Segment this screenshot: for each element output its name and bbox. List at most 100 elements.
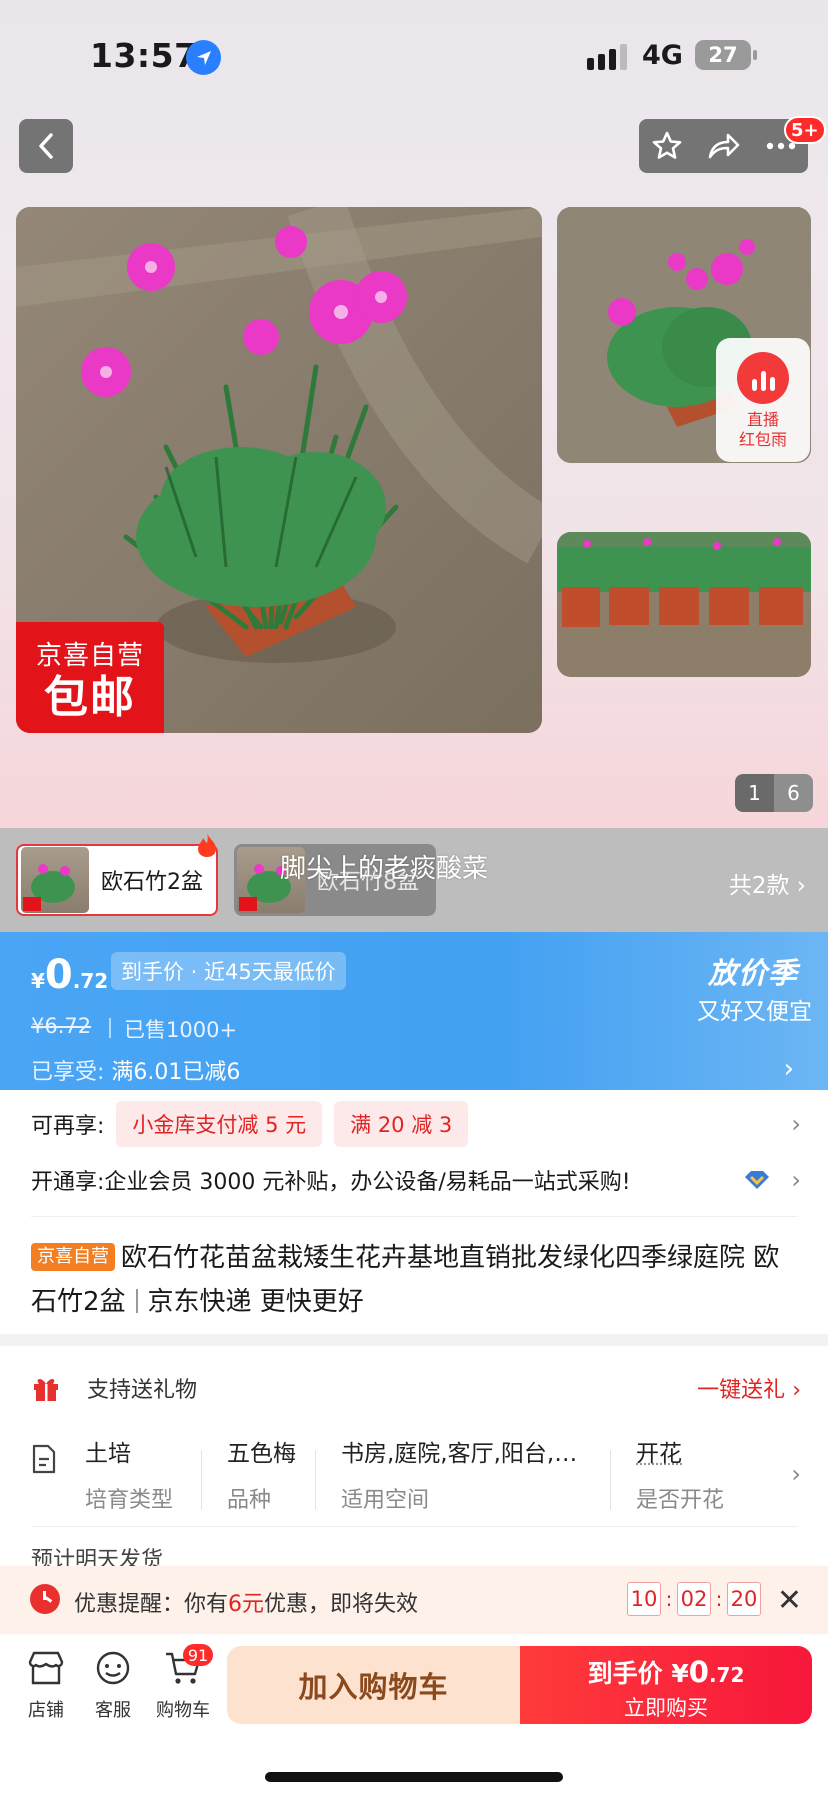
tab-label: 客服 <box>95 1700 131 1721</box>
add-to-cart-button[interactable]: 加入购物车 <box>227 1646 520 1724</box>
live-stream-icon <box>737 352 789 404</box>
home-indicator <box>265 1772 563 1782</box>
offers-and-title-card: 可再享: 小金库支付减 5 元 满 20 减 3 › 开通享:企业会员 3000… <box>0 1090 828 1334</box>
page-current: 1 <box>735 774 774 812</box>
price-decimal: .72 <box>72 969 109 993</box>
original-price: ¥6.72 <box>31 1014 92 1038</box>
page-total: 6 <box>774 774 813 812</box>
countdown-separator: : <box>715 1587 723 1611</box>
variant-option-2-pots[interactable]: 欧石竹2盆 <box>16 844 218 916</box>
status-time: 13:57 <box>90 36 198 75</box>
chevron-left-icon <box>39 133 53 159</box>
buy-now-button[interactable]: 到手价 ¥0.72 立即购买 <box>520 1646 812 1724</box>
enterprise-member-row[interactable]: 开通享:企业会员 3000 元补贴，办公设备/易耗品一站式采购! › <box>31 1160 801 1200</box>
chevron-right-icon[interactable]: › <box>784 1054 794 1084</box>
attribute-value: 书房,庭院,客厅,阳台,… <box>341 1441 578 1467</box>
price-banner: ¥ 0 .72 到手价 · 近45天最低价 ¥6.72 已售1000+ 已享受:… <box>0 932 828 1090</box>
favorite-star-icon[interactable] <box>651 130 683 162</box>
countdown-minutes: 02 <box>677 1582 711 1616</box>
live-red-packet-widget[interactable]: 直播 红包雨 <box>716 338 810 462</box>
attribute-key: 是否开花 <box>636 1488 725 1513</box>
buy-price-integer: 0 <box>688 1655 709 1689</box>
member-diamond-icon <box>745 1171 769 1189</box>
status-bar: 13:57 4G 27 <box>0 0 828 110</box>
live-label-1: 直播 <box>746 410 779 429</box>
reminder-text: 优惠提醒：你有6元优惠，即将失效 <box>74 1586 418 1618</box>
coupon-chip[interactable]: 满 20 减 3 <box>334 1101 469 1147</box>
gift-label: 支持送礼物 <box>87 1378 198 1403</box>
attribute-item: 五色梅 品种 <box>227 1434 296 1514</box>
close-icon[interactable]: ✕ <box>777 1583 802 1618</box>
self-operated-free-shipping-badge: 京喜自营 包邮 <box>16 622 164 733</box>
divider <box>201 1450 202 1510</box>
variant-selector: 欧石竹2盆 欧石竹8盆 脚尖上的老痰酸菜 共2款 › <box>0 828 828 932</box>
chevron-right-icon: › <box>791 1110 801 1138</box>
document-icon <box>32 1444 56 1474</box>
title-divider <box>135 1289 138 1313</box>
member-offer-text: 开通享:企业会员 3000 元补贴，办公设备/易耗品一站式采购! <box>31 1170 631 1195</box>
divider <box>315 1450 316 1510</box>
gift-icon <box>34 1379 58 1401</box>
send-gift-label: 一键送礼 <box>697 1378 786 1403</box>
chevron-right-icon: › <box>796 873 806 899</box>
discount-reminder-bar: 优惠提醒：你有6元优惠，即将失效 10 : 02 : 20 ✕ <box>0 1566 828 1634</box>
price-integer: 0 <box>44 952 73 998</box>
share-icon[interactable] <box>707 131 741 161</box>
attribute-key: 适用空间 <box>341 1488 430 1513</box>
applied-discount[interactable]: 已享受: 满6.01已减6 <box>31 1054 240 1086</box>
countdown-timer: 10 : 02 : 20 <box>627 1582 761 1616</box>
countdown-seconds: 20 <box>727 1582 761 1616</box>
countdown-hours: 10 <box>627 1582 661 1616</box>
attribute-value: 五色梅 <box>227 1441 296 1467</box>
discount-label: 已享受: <box>31 1060 105 1085</box>
price-currency: ¥ <box>31 969 45 993</box>
attribute-key: 品种 <box>227 1488 272 1513</box>
live-label-2: 红包雨 <box>738 430 787 449</box>
gallery-thumbnail-2[interactable] <box>557 532 811 677</box>
attribute-value: 土培 <box>85 1441 131 1467</box>
hot-fire-icon <box>198 833 216 857</box>
product-title-main: 欧石竹花苗盆栽矮生花卉基地直销批发绿化四季绿庭院 欧石竹2盆 <box>31 1243 780 1317</box>
buy-currency: ¥ <box>671 1659 689 1688</box>
attribute-key: 培育类型 <box>85 1488 174 1513</box>
battery-icon: 27 <box>695 40 757 70</box>
attribute-item: 书房,庭院,客厅,阳台,… 适用空间 <box>341 1434 593 1514</box>
variant-count-link[interactable]: 共2款 › <box>729 866 806 900</box>
lowest-price-tag: 到手价 · 近45天最低价 <box>111 952 346 990</box>
clock-icon <box>30 1584 60 1614</box>
extra-offers-label: 可再享: <box>31 1114 105 1139</box>
coupon-chip[interactable]: 小金库支付减 5 元 <box>116 1101 323 1147</box>
sold-count: 已售1000+ <box>124 1018 238 1042</box>
product-gallery: 13:57 4G 27 5+ 直播 红包雨 京喜自营 包邮 1 6 <box>0 0 828 828</box>
current-price: ¥ 0 .72 <box>31 952 108 998</box>
signal-icon <box>587 44 627 70</box>
divider <box>610 1450 611 1510</box>
variant-count-label: 共2款 <box>728 873 790 899</box>
price-divider <box>109 1018 111 1038</box>
reminder-prefix: 优惠提醒：你有 <box>74 1592 229 1617</box>
shipping-estimate[interactable]: 预计明天发货 <box>31 1542 163 1566</box>
reminder-suffix: 优惠，即将失效 <box>264 1592 419 1617</box>
chevron-right-icon: › <box>791 1460 801 1488</box>
variant-label: 欧石竹2盆 <box>101 870 203 895</box>
back-button[interactable] <box>19 119 73 173</box>
promo-badge-line1: 京喜自营 <box>35 641 144 671</box>
campaign-title: 放价季 <box>707 956 798 990</box>
header-actions <box>639 119 808 173</box>
product-attributes[interactable]: 土培 培育类型 五色梅 品种 书房,庭院,客厅,阳台,… 适用空间 开花 是否开… <box>31 1434 801 1534</box>
send-gift-link[interactable]: 一键送礼 › <box>697 1372 801 1404</box>
gift-row[interactable]: 支持送礼物 一键送礼 › <box>31 1366 801 1410</box>
chevron-right-icon: › <box>791 1166 801 1194</box>
shop-icon <box>28 1651 64 1685</box>
discount-value: 满6.01已减6 <box>111 1060 241 1085</box>
shop-tab[interactable]: 店铺 <box>11 1650 81 1722</box>
buy-price-line: 到手价 ¥0.72 <box>520 1654 812 1690</box>
tab-label: 店铺 <box>28 1700 64 1721</box>
buy-now-label: 立即购买 <box>624 1696 708 1720</box>
cart-count-badge: 91 <box>183 1644 213 1666</box>
customer-service-icon <box>96 1651 130 1685</box>
attribute-value: 开花 <box>636 1441 682 1467</box>
extra-offers-row[interactable]: 可再享: 小金库支付减 5 元 满 20 减 3 › <box>31 1100 801 1148</box>
network-type: 4G <box>642 40 683 71</box>
customer-service-tab[interactable]: 客服 <box>78 1650 148 1722</box>
